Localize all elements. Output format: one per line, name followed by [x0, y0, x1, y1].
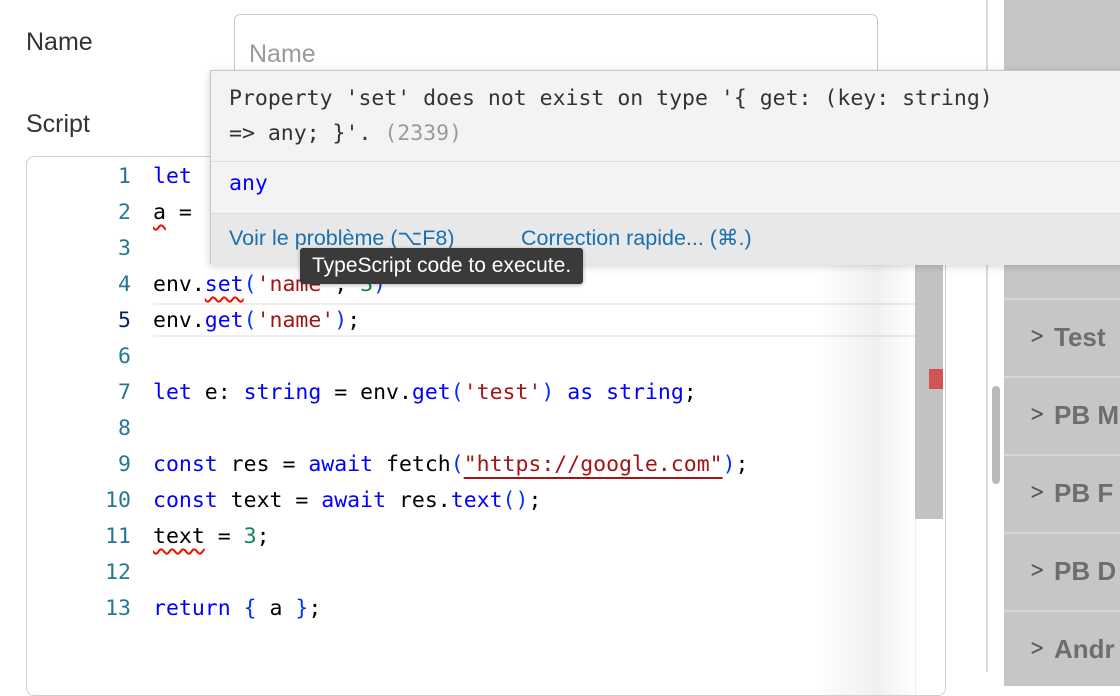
code-line[interactable]: a = [153, 195, 205, 231]
divider [211, 161, 1120, 162]
hover-type-info: any [229, 171, 268, 196]
diagnostic-message-line1: Property 'set' does not exist on type '{… [229, 86, 993, 111]
sidebar-item-pb-f[interactable]: > PB F [1004, 454, 1120, 530]
line-number: 12 [105, 560, 131, 585]
code-line[interactable]: let e: string = env.get('test') as strin… [153, 375, 697, 411]
line-number: 1 [118, 164, 131, 189]
code-line[interactable]: env.get('name'); [153, 303, 360, 339]
sidebar-item-label: Andr [1054, 634, 1115, 664]
sidebar-item-andr[interactable]: > Andr [1004, 610, 1120, 686]
line-number: 10 [105, 488, 131, 513]
error-overview-marker [929, 369, 943, 389]
chevron-right-icon: > [1029, 636, 1045, 661]
chevron-right-icon: > [1029, 558, 1045, 583]
chevron-right-icon: > [1029, 480, 1045, 505]
sidebar-item-pb-d[interactable]: > PB D [1004, 532, 1120, 608]
sidebar-scrollbar-thumb[interactable] [992, 386, 1000, 484]
sidebar-item-label: Test [1054, 322, 1106, 352]
hover-diagnostic-widget: Property 'set' does not exist on type '{… [210, 70, 1120, 265]
sidebar-item-label: PB D [1054, 556, 1117, 586]
chevron-right-icon: > [1029, 324, 1045, 349]
line-number: 7 [118, 380, 131, 405]
line-number: 2 [118, 200, 131, 225]
diagnostic-message: Property 'set' does not exist on type '{… [229, 81, 1109, 151]
line-number: 9 [118, 452, 131, 477]
code-line[interactable]: const res = await fetch("https://google.… [153, 447, 749, 483]
diagnostic-message-line2: => any; }'. [229, 121, 372, 146]
code-line[interactable]: const text = await res.text(); [153, 483, 541, 519]
name-label: Name [26, 28, 93, 56]
line-number: 4 [118, 272, 131, 297]
code-line[interactable]: text = 3; [153, 519, 270, 555]
script-label: Script [26, 110, 90, 138]
name-input[interactable] [234, 14, 878, 76]
line-number: 3 [118, 236, 131, 261]
code-line[interactable]: return { a }; [153, 591, 321, 627]
sidebar-item-pb-m[interactable]: > PB M [1004, 376, 1120, 452]
line-number: 13 [105, 596, 131, 621]
line-number: 6 [118, 344, 131, 369]
sidebar-item-label: PB M [1054, 400, 1119, 430]
sidebar-item-test[interactable]: > Test [1004, 298, 1120, 374]
line-number-active: 5 [118, 308, 131, 333]
sidebar-item-label: PB F [1054, 478, 1114, 508]
line-number: 11 [105, 524, 131, 549]
tooltip: TypeScript code to execute. [300, 248, 584, 284]
code-line[interactable]: let [153, 159, 205, 195]
chevron-right-icon: > [1029, 402, 1045, 427]
diagnostic-error-code: (2339) [384, 121, 463, 146]
line-number: 8 [118, 416, 131, 441]
